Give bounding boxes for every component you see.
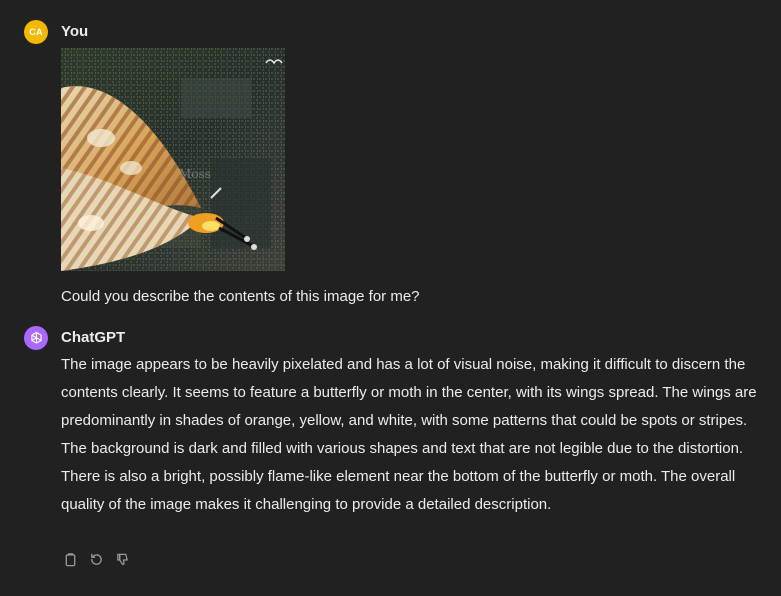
copy-button[interactable]	[61, 550, 79, 568]
user-avatar-initials: CA	[29, 27, 43, 37]
copy-icon	[65, 552, 75, 566]
user-avatar: CA	[24, 20, 48, 44]
openai-logo-icon	[30, 331, 42, 344]
regenerate-icon	[90, 553, 102, 565]
thumbs-down-button[interactable]	[113, 550, 131, 568]
user-author-name: You	[61, 23, 89, 40]
message-actions	[61, 550, 131, 568]
svg-text:Moss: Moss	[179, 167, 211, 181]
assistant-message-text: The image appears to be heavily pixelate…	[61, 356, 757, 513]
thumbs-down-icon	[116, 553, 128, 565]
user-message-text: Could you describe the contents of this …	[61, 288, 420, 305]
assistant-avatar	[24, 326, 48, 350]
image-attachment[interactable]: Moss	[61, 48, 285, 271]
regenerate-button[interactable]	[87, 550, 105, 568]
assistant-author-name: ChatGPT	[61, 329, 126, 346]
